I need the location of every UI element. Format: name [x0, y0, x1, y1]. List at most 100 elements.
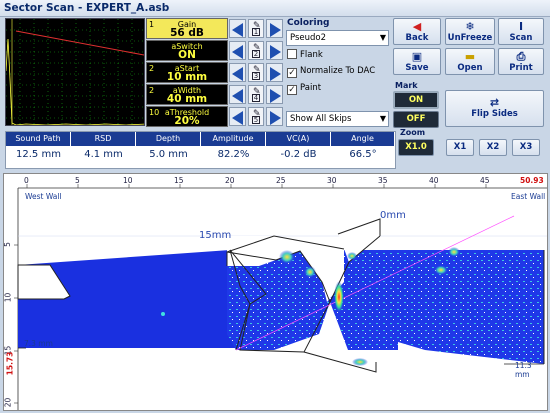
mark-on-button[interactable]: ON — [393, 91, 439, 109]
sector-scan-image — [4, 174, 547, 410]
mark-off-button[interactable]: OFF — [393, 111, 439, 128]
reading-value: 82.2% — [217, 149, 250, 160]
flip-label: Flip Sides — [471, 109, 518, 119]
increase-arrow-icon[interactable] — [266, 19, 283, 38]
paint-checkbox[interactable]: ✓ Paint — [287, 83, 321, 95]
checkmark-icon: ✓ — [287, 85, 297, 95]
left-thickness-label: 7.3 mm — [24, 339, 53, 348]
sector-scan-view[interactable]: 0 5 10 15 20 25 30 35 40 45 50.93 5 10 1… — [3, 173, 548, 411]
reading-value: 66.5° — [349, 149, 377, 160]
param-gain[interactable]: 1 Gain 56 dB — [146, 18, 228, 39]
increase-arrow-icon[interactable] — [266, 41, 283, 60]
reading-value: 4.1 mm — [84, 149, 123, 160]
ruler-tick-label: 25 — [276, 176, 286, 185]
sector-beam-region — [227, 250, 544, 364]
param-value: ON — [178, 49, 196, 61]
control-key: 4 — [252, 94, 260, 102]
edit-pencil-icon[interactable]: ✎ 2 — [248, 41, 264, 60]
ruler-tick-label: 40 — [429, 176, 439, 185]
depth-tick-label: 20 — [3, 397, 13, 408]
flank-checkbox[interactable]: Flank — [287, 49, 323, 60]
indication — [434, 265, 448, 275]
control-key: 1 — [252, 28, 260, 36]
flank-label: Flank — [300, 50, 323, 60]
ruler-tick-label: 15 — [174, 176, 184, 185]
skips-value: Show All Skips — [290, 114, 352, 124]
ruler-tick-label: 20 — [225, 176, 235, 185]
param-aswitch[interactable]: aSwitch ON — [146, 40, 228, 61]
back-button[interactable]: ◀ Back — [393, 18, 441, 45]
print-label: Print — [509, 63, 533, 73]
a-scan-display — [5, 18, 145, 126]
zoom-label: Zoom — [400, 128, 426, 137]
zoom-x1-0-button[interactable]: X1.0 — [398, 139, 434, 156]
flip-sides-button[interactable]: ⇄ Flip Sides — [445, 90, 544, 127]
fifteen-mm-label: 15mm — [199, 230, 232, 241]
control-key: 3 — [252, 72, 260, 80]
window-title: Sector Scan - EXPERT_A.asb — [4, 2, 170, 14]
edit-pencil-icon[interactable]: ✎ 3 — [248, 63, 264, 82]
printer-icon: ⎙ — [516, 50, 526, 63]
checkbox-icon — [287, 49, 297, 59]
open-button[interactable]: ▬ Open — [445, 48, 495, 75]
palette-select[interactable]: Pseudo2 ▼ — [286, 30, 389, 46]
param-astart[interactable]: 2 aStart 10 mm — [146, 62, 228, 83]
unfreeze-label: UnFreeze — [447, 33, 493, 43]
param-control-5: ✎ 5 — [229, 106, 283, 127]
skips-select[interactable]: Show All Skips ▼ — [286, 111, 389, 127]
save-button[interactable]: ▣ Save — [393, 48, 441, 75]
floppy-icon: ▣ — [411, 50, 423, 63]
decrease-arrow-icon[interactable] — [229, 41, 246, 60]
unfreeze-button[interactable]: ❄ UnFreeze — [445, 18, 495, 45]
edit-pencil-icon[interactable]: ✎ 4 — [248, 85, 264, 104]
chevron-down-icon: ▼ — [379, 114, 386, 123]
mark-label: Mark — [395, 81, 418, 90]
normalize-label: Normalize To DAC — [300, 66, 376, 76]
ruler-tick-label: 5 — [75, 176, 80, 185]
edit-pencil-icon[interactable]: ✎ 5 — [248, 107, 264, 126]
reading-header: VC(A) — [266, 132, 331, 146]
param-awidth[interactable]: 2 aWidth 40 mm — [146, 84, 228, 105]
zoom-x3-button[interactable]: X3 — [512, 139, 540, 156]
indication — [448, 247, 460, 257]
depth-tick-label: 10 — [3, 292, 13, 303]
zoom-x1-button[interactable]: X1 — [446, 139, 474, 156]
decrease-arrow-icon[interactable] — [229, 107, 246, 126]
folder-icon: ▬ — [464, 50, 476, 63]
reading-header: Sound Path — [6, 132, 71, 146]
back-label: Back — [405, 33, 429, 43]
checkmark-icon: ✓ — [287, 68, 297, 78]
increase-arrow-icon[interactable] — [266, 63, 283, 82]
param-value: 10 mm — [166, 71, 208, 83]
print-button[interactable]: ⎙ Print — [498, 48, 544, 75]
coloring-label: Coloring — [287, 18, 330, 28]
ruler-tick-label: 30 — [327, 176, 337, 185]
paint-label: Paint — [300, 83, 322, 93]
param-value: 20% — [174, 115, 200, 127]
zero-mm-label: 0mm — [380, 210, 406, 221]
reading-value: -0.2 dB — [280, 149, 317, 160]
reading-header: Angle — [331, 132, 395, 146]
scan-button[interactable]: I Scan — [498, 18, 544, 45]
zoom-x2-button[interactable]: X2 — [479, 139, 507, 156]
param-athreshold[interactable]: 10 aThreshold 20% — [146, 106, 228, 127]
control-key: 2 — [252, 50, 260, 58]
right-thickness-label: 11.3 mm — [515, 361, 532, 379]
depth-tick-label: 5 — [3, 242, 12, 247]
save-label: Save — [405, 63, 429, 73]
east-wall-label: East Wall — [511, 192, 546, 201]
depth-marker-label: 15.73 — [5, 351, 15, 376]
decrease-arrow-icon[interactable] — [229, 63, 246, 82]
increase-arrow-icon[interactable] — [266, 107, 283, 126]
title-bar: Sector Scan - EXPERT_A.asb — [0, 0, 550, 17]
ruler-end-label: 50.93 — [520, 176, 544, 185]
increase-arrow-icon[interactable] — [266, 85, 283, 104]
scan-label: Scan — [509, 33, 533, 43]
reading-value: 5.0 mm — [149, 149, 188, 160]
west-wall-label: West Wall — [25, 192, 62, 201]
normalize-dac-checkbox[interactable]: ✓ Normalize To DAC — [287, 66, 375, 78]
decrease-arrow-icon[interactable] — [229, 85, 246, 104]
param-value: 40 mm — [166, 93, 208, 105]
decrease-arrow-icon[interactable] — [229, 19, 246, 38]
edit-pencil-icon[interactable]: ✎ 1 — [248, 19, 264, 38]
